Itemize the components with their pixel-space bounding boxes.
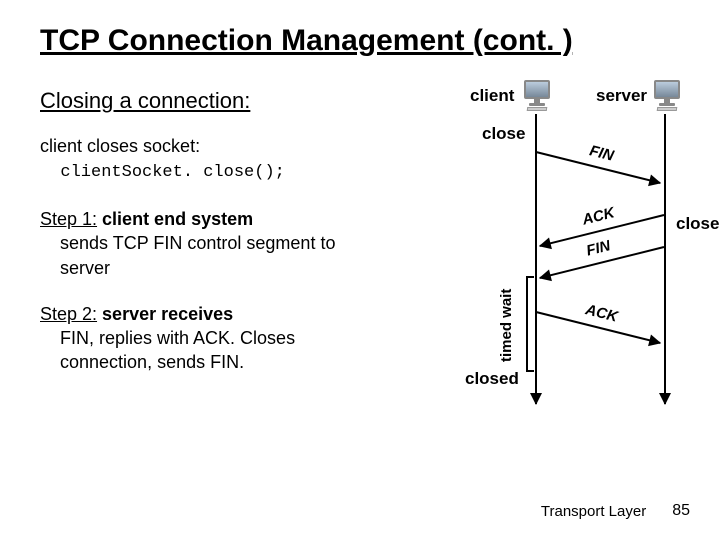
step1-bold: client end system [97,209,253,229]
content-row: Closing a connection: client closes sock… [40,86,690,466]
client-computer-icon [520,80,554,110]
server-timeline [664,114,666,404]
footer: Transport Layer 85 [541,502,690,520]
footer-page-number: 85 [672,502,690,520]
footer-chapter: Transport Layer [541,503,646,520]
step2-lead: Step 2: [40,304,97,324]
close-event-client: close [482,124,525,144]
step2-rest: FIN, replies with ACK. Closes connection… [40,326,350,375]
msg-ack-2-label: ACK [537,290,665,337]
closed-label: closed [465,369,519,389]
close-event-server: close [676,214,719,234]
step1-lead: Step 1: [40,209,97,229]
msg-fin-1: FIN [536,151,661,184]
sequence-diagram: client server close FIN ACK close FIN [360,86,690,466]
slide: TCP Connection Management (cont. ) Closi… [0,0,720,540]
server-label: server [596,86,647,106]
server-computer-icon [650,80,684,110]
client-label: client [470,86,514,106]
timed-wait-bracket: timed wait [508,276,534,372]
step1-para: Step 1: client end system sends TCP FIN … [40,207,350,280]
msg-fin-1-label: FIN [537,130,665,177]
timed-wait-label: timed wait [498,289,515,362]
msg-fin-2: FIN [540,246,665,279]
close-socket-para: client closes socket: clientSocket. clos… [40,134,350,185]
close-socket-code: clientSocket. close(); [40,163,285,182]
close-socket-line1: client closes socket: [40,136,200,156]
slide-title: TCP Connection Management (cont. ) [40,24,690,58]
step2-bold: server receives [97,304,233,324]
msg-ack-2: ACK [536,311,661,344]
step1-rest: sends TCP FIN control segment to server [40,231,350,280]
left-column: Closing a connection: client closes sock… [40,86,350,466]
step2-para: Step 2: server receives FIN, replies wit… [40,302,350,375]
closing-heading: Closing a connection: [40,86,350,116]
